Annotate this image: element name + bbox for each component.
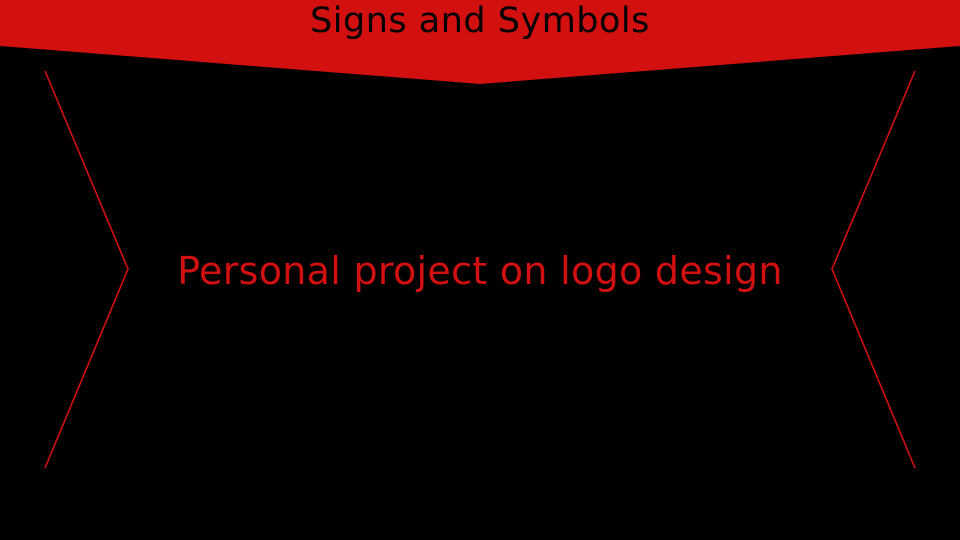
slide: Signs and Symbols Personal project on lo… — [0, 0, 960, 540]
slide-subtitle: Personal project on logo design — [177, 249, 783, 293]
left-chevron-line — [44, 70, 129, 469]
right-chevron-line — [831, 70, 916, 469]
